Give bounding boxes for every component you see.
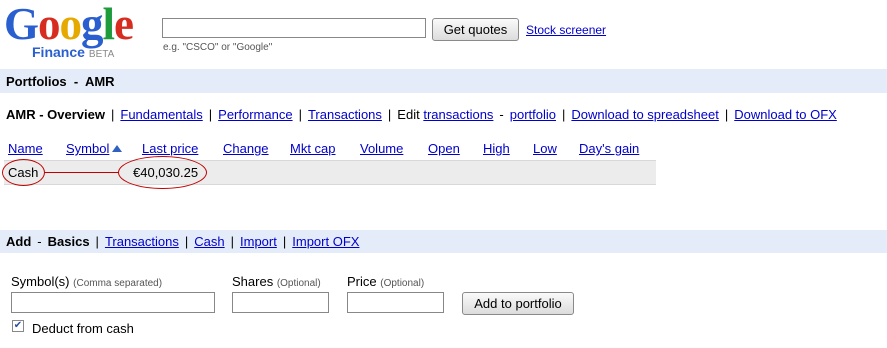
add-tab-transactions[interactable]: Transactions [105,234,179,249]
add-dash: - [37,234,42,249]
nav-separator: | [387,107,392,122]
stock-screener-link[interactable]: Stock screener [526,23,606,37]
beta-badge: BETA [88,49,115,60]
add-tab-import-ofx[interactable]: Import OFX [292,234,359,249]
annotation-circle-value [118,156,207,189]
column-header-name[interactable]: Name [8,141,43,156]
logo-product-name: Finance [32,44,85,60]
add-tab-import[interactable]: Import [240,234,277,249]
symbols-input[interactable] [11,292,215,313]
download-ofx-link[interactable]: Download to OFX [734,107,837,122]
edit-dash: - [499,107,504,122]
price-hint: (Optional) [380,278,425,289]
current-view-label: AMR - Overview [6,107,105,122]
portfolio-header-bar [0,69,887,93]
column-header-mkt-cap[interactable]: Mkt cap [290,141,336,156]
column-header-last-price[interactable]: Last price [142,141,198,156]
price-label: Price (Optional) [347,274,424,289]
annotation-connector-line [45,172,119,173]
column-header-open[interactable]: Open [428,141,460,156]
annotation-circle-cash [2,159,45,186]
price-input[interactable] [347,292,444,313]
nav-separator: | [724,107,729,122]
search-hint: e.g. "CSCO" or "Google" [163,42,273,53]
column-header-high[interactable]: High [483,141,510,156]
nav-separator: | [95,234,99,249]
portfolio-view-nav: AMR - Overview | Fundamentals | Performance |… [6,107,837,122]
edit-label: Edit [397,107,420,122]
column-header-days-gain[interactable]: Day's gain [579,141,639,156]
google-finance-logo[interactable]: Google Finance BETA [4,2,149,64]
edit-transactions-link[interactable]: transactions [423,107,493,122]
tab-fundamentals[interactable]: Fundamentals [120,107,202,122]
nav-separator: | [208,107,213,122]
column-header-volume[interactable]: Volume [360,141,403,156]
logo-letter: o [38,0,60,49]
logo-letter: e [114,0,134,49]
current-add-mode: Basics [47,234,90,249]
column-header-symbol[interactable]: Symbol [66,141,109,156]
column-header-change[interactable]: Change [223,141,269,156]
shares-label: Shares (Optional) [232,274,321,289]
sort-ascending-icon[interactable] [112,145,123,152]
nav-separator: | [110,107,115,122]
column-header-symbol-group: Symbol [66,141,123,156]
logo-letter: g [81,0,103,49]
nav-separator: | [562,107,566,122]
add-nav: Add - Basics | Transactions | Cash | Import | Impo… [6,234,359,249]
deduct-from-cash-checkbox[interactable]: ✔ [12,320,24,332]
logo-wordmark: Google [4,0,134,49]
edit-portfolio-link[interactable]: portfolio [510,107,556,122]
symbols-label-text: Symbol(s) [11,274,70,289]
portfolio-title: Portfolios - AMR [6,74,115,89]
logo-letter: G [4,0,39,49]
nav-separator: | [298,107,302,122]
add-label: Add [6,234,32,249]
nav-separator: | [184,234,189,249]
get-quotes-button[interactable]: Get quotes [432,18,519,41]
shares-hint: (Optional) [276,278,321,289]
tab-performance[interactable]: Performance [218,107,292,122]
logo-letter: l [102,0,115,49]
deduct-from-cash-label[interactable]: Deduct from cash [32,321,134,336]
logo-letter: o [59,0,82,49]
logo-product: Finance BETA [32,44,114,60]
quote-search-input[interactable] [162,18,426,38]
price-label-text: Price [347,274,377,289]
add-to-portfolio-button[interactable]: Add to portfolio [462,292,574,315]
checkmark-icon: ✔ [13,320,23,331]
column-header-low[interactable]: Low [533,141,557,156]
nav-separator: | [230,234,235,249]
shares-label-text: Shares [232,274,274,289]
symbols-hint: (Comma separated) [73,278,163,289]
tab-transactions[interactable]: Transactions [308,107,382,122]
shares-input[interactable] [232,292,329,313]
nav-separator: | [282,234,287,249]
add-tab-cash[interactable]: Cash [194,234,224,249]
symbols-label: Symbol(s) (Comma separated) [11,274,162,289]
download-spreadsheet-link[interactable]: Download to spreadsheet [571,107,718,122]
